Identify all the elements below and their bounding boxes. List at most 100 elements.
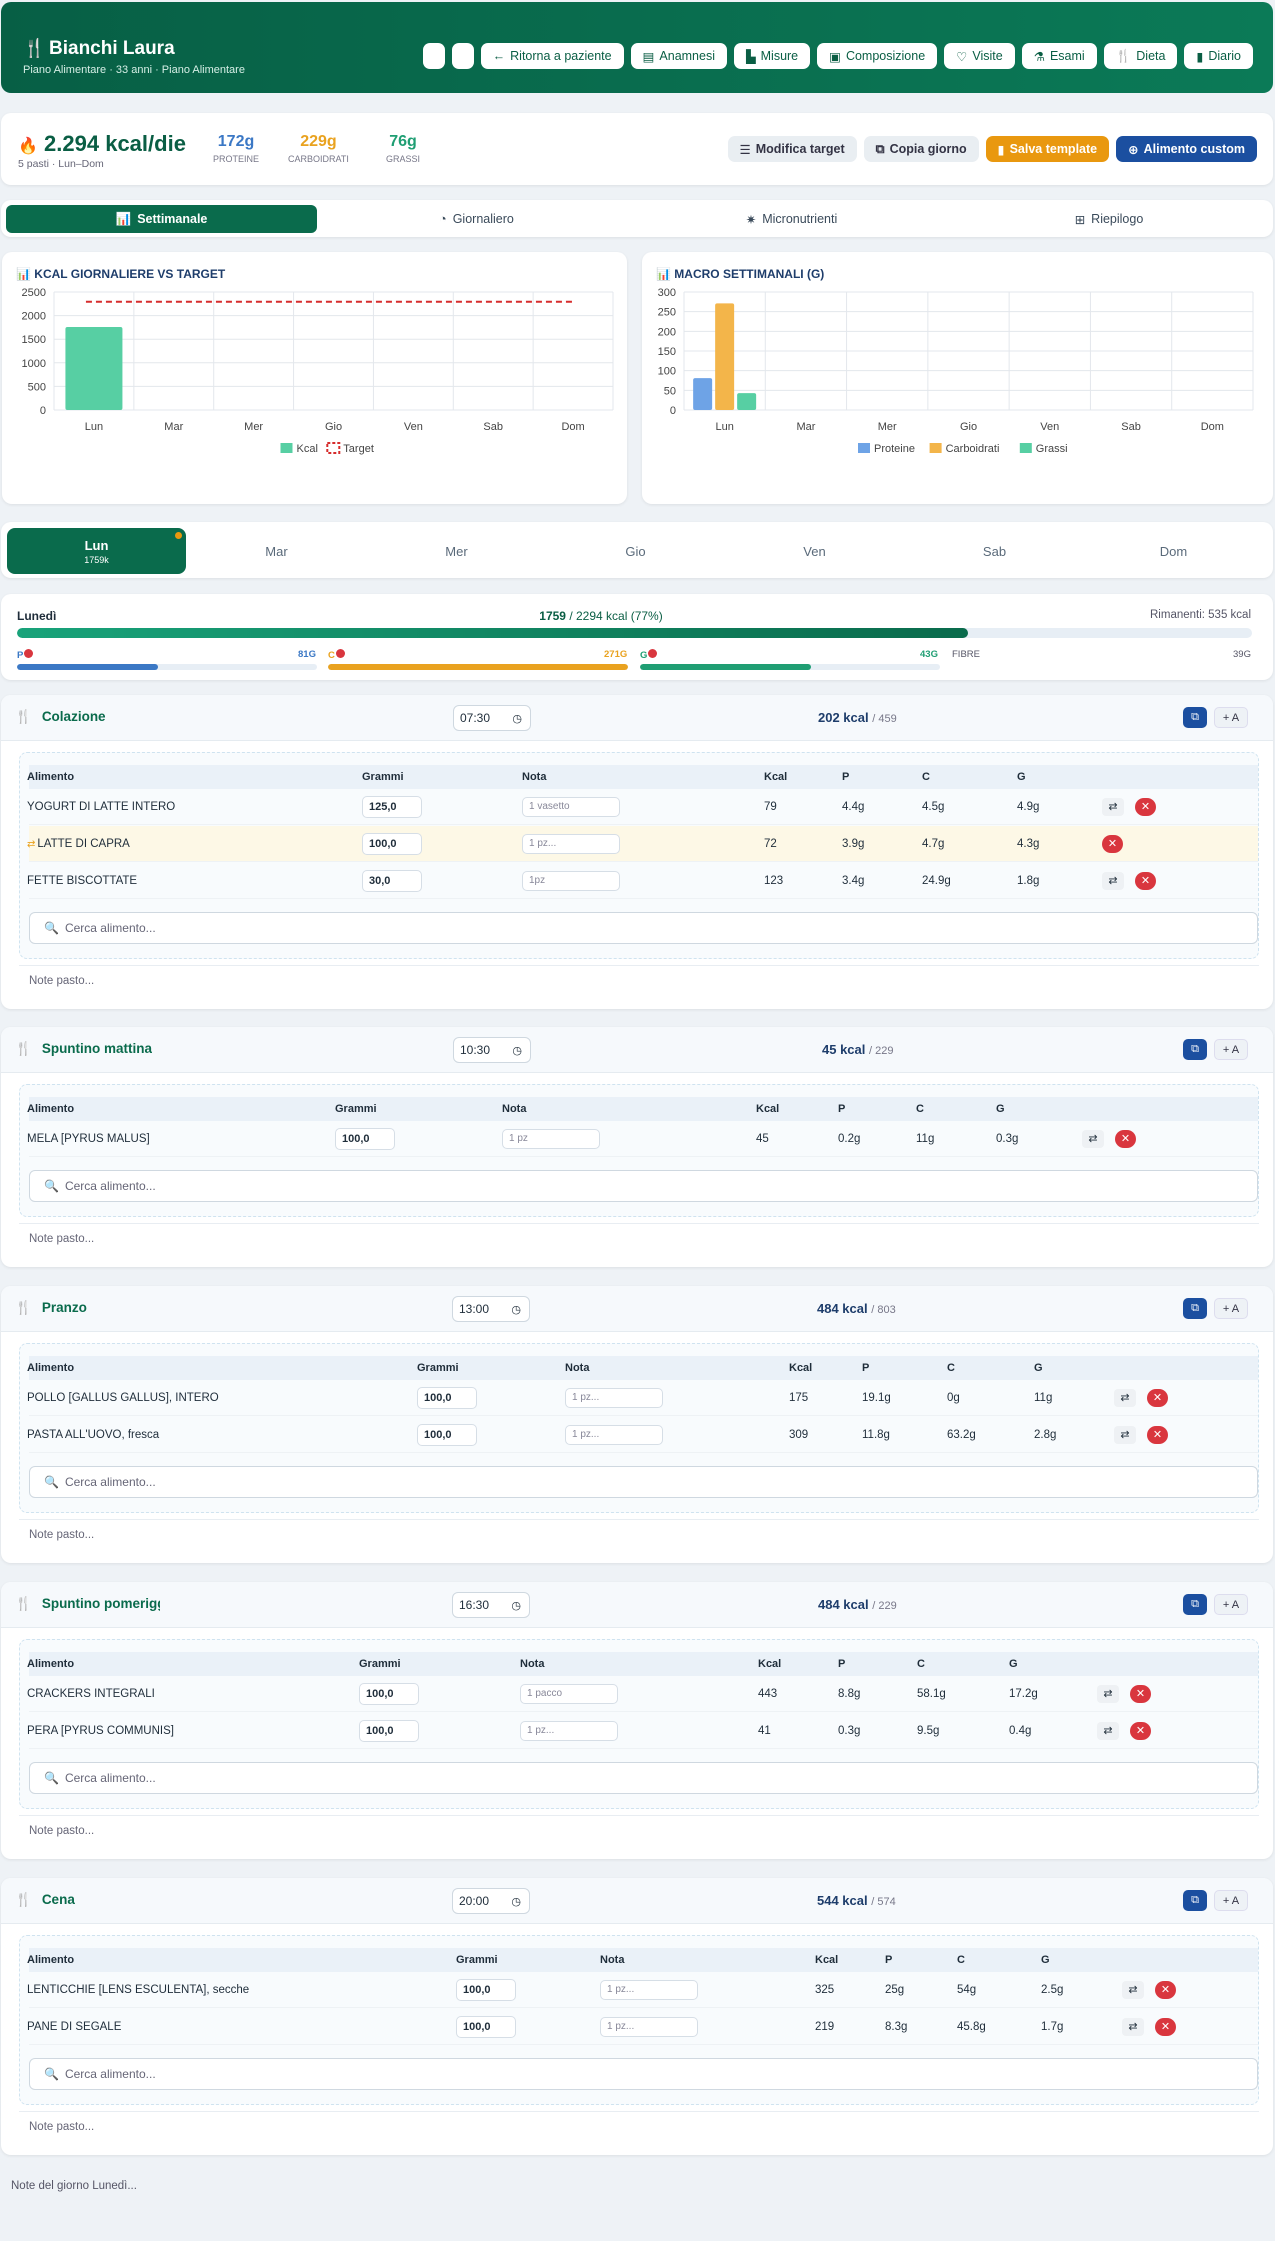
meal-time-input[interactable]: 13:00 ◷ <box>452 1296 530 1322</box>
modifica-target-button[interactable]: ☰ Modifica target <box>727 136 857 162</box>
blank-button-2[interactable] <box>451 43 474 69</box>
grams-input[interactable]: 100,0 <box>417 1387 477 1409</box>
copia-giorno-button[interactable]: ⧉ Copia giorno <box>863 136 979 162</box>
day-tab-mer[interactable]: Mer <box>367 528 546 574</box>
note-input[interactable]: 1 pz... <box>565 1425 663 1445</box>
copy-meal-button[interactable]: ⧉ <box>1183 1890 1207 1911</box>
esami-button[interactable]: ⚗ Esami <box>1021 43 1097 69</box>
note-input[interactable]: 1 pz... <box>565 1388 663 1408</box>
food-search-input[interactable]: 🔍 Cerca alimento... <box>29 912 1258 944</box>
note-input[interactable]: 1pz <box>522 871 620 891</box>
blank-button-1[interactable] <box>422 43 445 69</box>
ritorna-a-paziente-button[interactable]: ← Ritorna a paziente <box>480 43 624 69</box>
tab-giornaliero[interactable]: ◔ Giornaliero <box>321 205 632 233</box>
visite-button[interactable]: ♡ Visite <box>944 43 1015 69</box>
cell-kcal: 123 <box>764 875 784 887</box>
add-food-button[interactable]: + A <box>1214 1890 1248 1911</box>
food-search-input[interactable]: 🔍 Cerca alimento... <box>29 1466 1258 1498</box>
remove-button[interactable]: ✕ <box>1130 1685 1151 1703</box>
swap-button[interactable]: ⇄ <box>1122 1981 1144 1999</box>
remove-button[interactable]: ✕ <box>1155 1981 1176 1999</box>
remove-button[interactable]: ✕ <box>1102 835 1123 853</box>
note-input[interactable]: 1 vasetto <box>522 797 620 817</box>
swap-button[interactable]: ⇄ <box>1097 1685 1119 1703</box>
meal-note-input[interactable]: Note pasto... <box>19 1815 1259 1845</box>
note-input[interactable]: 1 pz <box>502 1129 600 1149</box>
remove-button[interactable]: ✕ <box>1135 798 1156 816</box>
composizione-button[interactable]: ▣ Composizione <box>817 43 938 69</box>
remove-button[interactable]: ✕ <box>1147 1426 1168 1444</box>
cell-c: 11g <box>916 1133 935 1145</box>
day-tab-gio[interactable]: Gio <box>546 528 725 574</box>
alert-dot-icon <box>648 649 658 658</box>
tab-micronutrienti[interactable]: ✷ Micronutrienti <box>636 205 947 233</box>
y-tick-label: 0 <box>670 405 676 417</box>
swap-button[interactable]: ⇄ <box>1122 2018 1144 2036</box>
grams-input[interactable]: 100,0 <box>359 1683 419 1705</box>
copy-meal-button[interactable]: ⧉ <box>1183 707 1207 728</box>
column-header-p: P <box>842 771 850 783</box>
copy-meal-button[interactable]: ⧉ <box>1183 1039 1207 1060</box>
day-tab-mar[interactable]: Mar <box>187 528 366 574</box>
swap-button[interactable]: ⇄ <box>1097 1722 1119 1740</box>
tab-settimanale[interactable]: 📊 Settimanale <box>6 205 317 233</box>
note-input[interactable]: 1 pz... <box>520 1721 618 1741</box>
meal-note-input[interactable]: Note pasto... <box>19 2111 1259 2141</box>
grams-input[interactable]: 100,0 <box>456 2016 516 2038</box>
salva-template-button[interactable]: ▮ Salva template <box>985 136 1110 162</box>
alimento-custom-button[interactable]: ⊕ Alimento custom <box>1116 136 1257 162</box>
remove-button[interactable]: ✕ <box>1135 872 1156 890</box>
meal-time-input[interactable]: 20:00 ◷ <box>452 1888 530 1914</box>
grams-input[interactable]: 125,0 <box>362 796 422 818</box>
meal-time-input[interactable]: 07:30 ◷ <box>453 705 531 731</box>
food-search-input[interactable]: 🔍 Cerca alimento... <box>29 2058 1258 2090</box>
meal-note-input[interactable]: Note pasto... <box>19 1223 1259 1253</box>
swap-button[interactable]: ⇄ <box>1114 1426 1136 1444</box>
diario-button[interactable]: ▮ Diario <box>1184 43 1253 69</box>
tab-riepilogo[interactable]: ⊞ Riepilogo <box>951 205 1267 233</box>
grams-input[interactable]: 100,0 <box>359 1720 419 1742</box>
add-food-button[interactable]: + A <box>1214 1039 1248 1060</box>
misure-button[interactable]: ▙ Misure <box>734 43 811 69</box>
copy-meal-button[interactable]: ⧉ <box>1183 1298 1207 1319</box>
meal-note-input[interactable]: Note pasto... <box>19 1519 1259 1549</box>
grams-input[interactable]: 100,0 <box>335 1128 395 1150</box>
add-food-button[interactable]: + A <box>1214 707 1248 728</box>
grams-input[interactable]: 100,0 <box>417 1424 477 1446</box>
meal-time-input[interactable]: 10:30 ◷ <box>453 1037 531 1063</box>
day-tab-dom[interactable]: Dom <box>1084 528 1263 574</box>
kcal-progress-bar <box>17 628 1252 638</box>
note-input[interactable]: 1 pz... <box>522 834 620 854</box>
remove-button[interactable]: ✕ <box>1147 1389 1168 1407</box>
swap-button[interactable]: ⇄ <box>1102 872 1124 890</box>
grams-input[interactable]: 100,0 <box>362 833 422 855</box>
remove-button[interactable]: ✕ <box>1115 1130 1136 1148</box>
grams-input[interactable]: 30,0 <box>362 870 422 892</box>
grams-input[interactable]: 100,0 <box>456 1979 516 2001</box>
swap-button[interactable]: ⇄ <box>1082 1130 1104 1148</box>
day-tab-ven[interactable]: Ven <box>725 528 904 574</box>
copy-meal-button[interactable]: ⧉ <box>1183 1594 1207 1615</box>
food-search-input[interactable]: 🔍 Cerca alimento... <box>29 1762 1258 1794</box>
day-note[interactable]: Note del giorno Lunedì... <box>11 2180 137 2192</box>
x-tick-label: Gio <box>325 421 342 433</box>
dieta-button[interactable]: 🍴 Dieta <box>1103 43 1178 69</box>
note-input[interactable]: 1 pz... <box>600 1980 698 2000</box>
add-food-button[interactable]: + A <box>1214 1594 1248 1615</box>
food-search-input[interactable]: 🔍 Cerca alimento... <box>29 1170 1258 1202</box>
note-input[interactable]: 1 pacco <box>520 1684 618 1704</box>
search-placeholder: Cerca alimento... <box>64 1475 156 1489</box>
meal-note-input[interactable]: Note pasto... <box>19 965 1259 995</box>
anamnesi-button[interactable]: ▤ Anamnesi <box>630 43 727 69</box>
swap-button[interactable]: ⇄ <box>1114 1389 1136 1407</box>
add-food-button[interactable]: + A <box>1214 1298 1248 1319</box>
g-bar <box>640 664 940 670</box>
meal-name: Pranzo <box>41 1300 87 1315</box>
swap-button[interactable]: ⇄ <box>1102 798 1124 816</box>
day-tab-sab[interactable]: Sab <box>905 528 1084 574</box>
remove-button[interactable]: ✕ <box>1155 2018 1176 2036</box>
remove-button[interactable]: ✕ <box>1130 1722 1151 1740</box>
meal-time-input[interactable]: 16:30 ◷ <box>452 1592 530 1618</box>
note-input[interactable]: 1 pz... <box>600 2017 698 2037</box>
day-tab-lun[interactable]: Lun 1759k <box>7 528 186 574</box>
